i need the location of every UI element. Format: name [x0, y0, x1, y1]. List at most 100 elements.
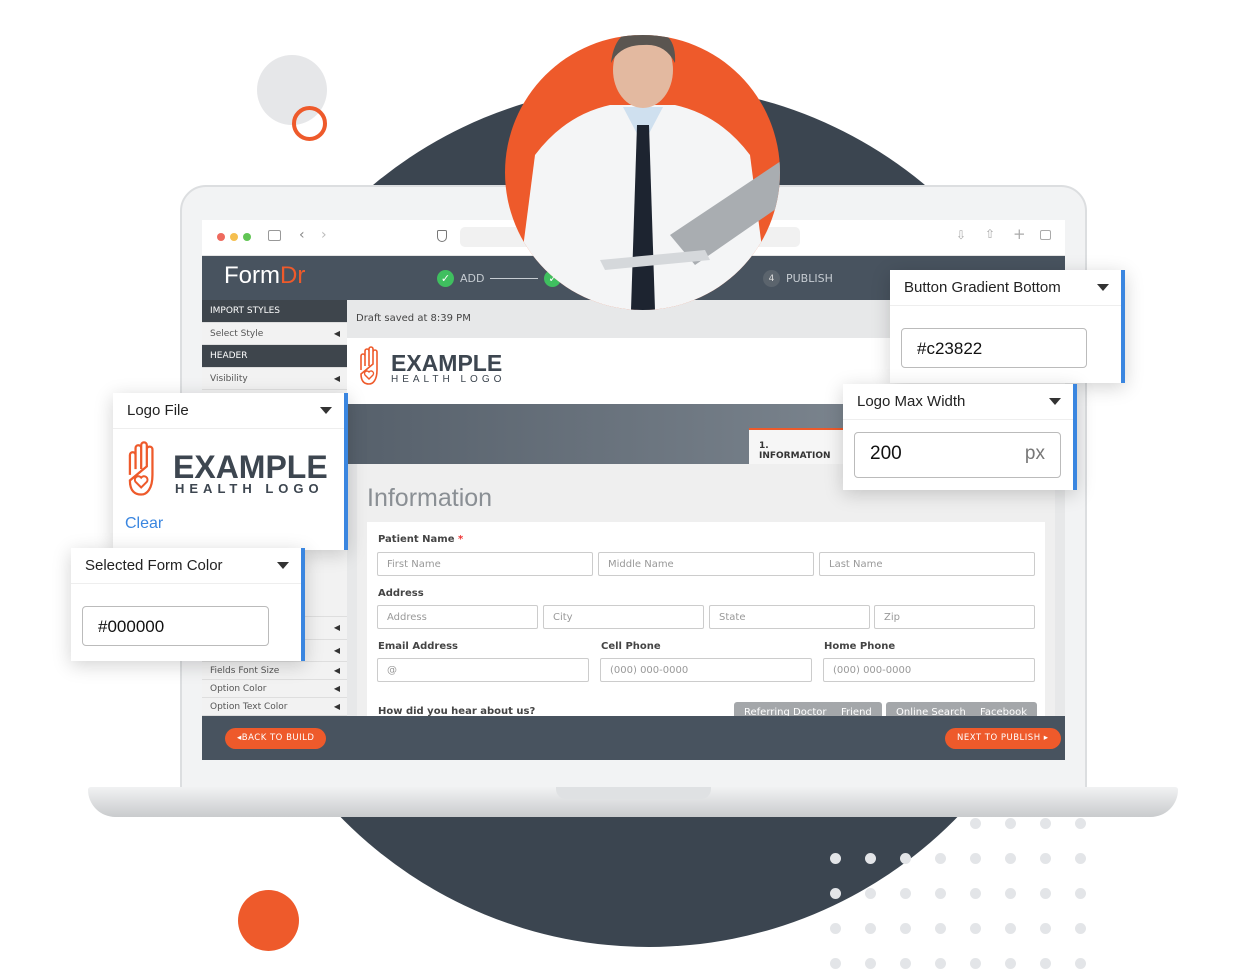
draft-status: Draft saved at 8:39 PM [356, 313, 471, 324]
caret-down-icon [1097, 284, 1109, 291]
home-phone-label: Home Phone [824, 641, 896, 652]
state-input[interactable]: State [709, 605, 870, 629]
decor-dot [935, 853, 946, 864]
decor-dot [970, 958, 981, 969]
decor-dot [900, 853, 911, 864]
sidebar-item-visibility[interactable]: Visibility ◀ [202, 368, 347, 390]
decor-dot [830, 853, 841, 864]
decor-dot [830, 923, 841, 934]
sidebar-section-header: HEADER [202, 345, 347, 368]
doctor-photo [515, 35, 780, 310]
decor-dot [970, 853, 981, 864]
decor-dot [1040, 923, 1051, 934]
decor-dot [1040, 818, 1051, 829]
logo-file-preview [124, 441, 164, 503]
close-window-button[interactable] [217, 233, 225, 241]
back-icon[interactable]: ‹ [299, 227, 305, 243]
zip-input[interactable]: Zip [874, 605, 1035, 629]
decor-dot [935, 923, 946, 934]
address-input[interactable]: Address [377, 605, 538, 629]
decor-dot [935, 888, 946, 899]
decor-dot [1075, 853, 1086, 864]
logo-max-width-popover: Logo Max Width 200 px [843, 384, 1077, 490]
decor-dot [1040, 958, 1051, 969]
caret-down-icon [320, 407, 332, 414]
tab-information[interactable]: 1. INFORMATION [749, 428, 845, 464]
next-to-publish-button[interactable]: NEXT TO PUBLISH ▸ [945, 728, 1061, 749]
step-add[interactable]: ✓ ADD ✓ [437, 270, 562, 287]
decor-dot [865, 853, 876, 864]
orange-ring-decor [292, 106, 327, 141]
last-name-input[interactable]: Last Name [819, 552, 1035, 576]
cell-phone-input[interactable]: (000) 000-0000 [600, 658, 812, 682]
back-to-build-button[interactable]: ◂BACK TO BUILD [225, 728, 327, 749]
email-label: Email Address [378, 641, 459, 652]
new-tab-icon[interactable]: + [1013, 225, 1026, 243]
tabs-overview-icon[interactable] [1040, 230, 1051, 240]
decor-dot [1005, 853, 1016, 864]
sidebar-section-import-styles: IMPORT STYLES [202, 300, 347, 323]
caret-left-icon: ◀ [333, 702, 340, 711]
hand-heart-icon [360, 346, 378, 385]
decor-dot [865, 958, 876, 969]
sidebar-item-option-color[interactable]: Option Color ◀ [202, 680, 347, 698]
city-input[interactable]: City [543, 605, 704, 629]
formdr-logo[interactable]: FormDr [224, 262, 305, 290]
caret-left-icon: ◀ [333, 684, 340, 693]
sidebar-item-fields-font-size[interactable]: Fields Font Size ◀ [202, 662, 347, 680]
decor-dot [900, 923, 911, 934]
selected-form-color-popover: Selected Form Color #000000 [71, 548, 305, 661]
decor-dot [900, 958, 911, 969]
caret-left-icon: ◀ [333, 373, 340, 383]
logo-max-width-header[interactable]: Logo Max Width [843, 384, 1073, 420]
decor-dot [1075, 923, 1086, 934]
decor-dot [970, 923, 981, 934]
selected-form-color-input[interactable]: #000000 [82, 606, 269, 646]
download-icon[interactable]: ⇩ [956, 228, 966, 242]
logo-max-width-input[interactable]: 200 px [854, 432, 1061, 478]
share-icon[interactable]: ⇧ [985, 227, 995, 241]
hand-heart-icon [128, 441, 154, 496]
button-gradient-bottom-input[interactable]: #c23822 [901, 328, 1087, 368]
caret-left-icon: ◀ [333, 645, 340, 655]
decor-dot [830, 888, 841, 899]
decor-dot [865, 888, 876, 899]
decor-dot [1005, 923, 1016, 934]
button-gradient-bottom-popover: Button Gradient Bottom #c23822 [890, 270, 1125, 383]
form-area: Information Patient Name * First Name Mi… [357, 464, 1055, 724]
information-form: Patient Name * First Name Middle Name La… [367, 522, 1045, 724]
decor-dot [1075, 818, 1086, 829]
sidebar-toggle-icon[interactable] [268, 230, 281, 241]
logo-text-line2: HEALTH LOGO [175, 481, 324, 496]
sidebar-item-select-style[interactable]: Select Style ◀ [202, 323, 347, 345]
check-icon: ✓ [437, 270, 454, 287]
sidebar-item-option-text-color[interactable]: Option Text Color ◀ [202, 698, 347, 716]
caret-down-icon [1049, 398, 1061, 405]
clear-logo-link[interactable]: Clear [125, 515, 163, 533]
button-gradient-bottom-header[interactable]: Button Gradient Bottom [890, 270, 1121, 306]
orange-photo-circle [505, 35, 780, 310]
caret-left-icon: ◀ [333, 623, 340, 632]
orange-decor-circle [238, 890, 299, 951]
logo-file-header[interactable]: Logo File [113, 393, 344, 429]
home-phone-input[interactable]: (000) 000-0000 [823, 658, 1035, 682]
decor-dot [1005, 818, 1016, 829]
decor-dot [970, 888, 981, 899]
shield-icon [437, 230, 447, 242]
example-health-logo: EXAMPLE HEALTH LOGO [357, 346, 505, 390]
decor-dot [1005, 958, 1016, 969]
step-publish[interactable]: 4 PUBLISH [763, 270, 833, 287]
laptop-notch [556, 787, 711, 799]
minimize-window-button[interactable] [230, 233, 238, 241]
maximize-window-button[interactable] [243, 233, 251, 241]
forward-icon[interactable]: › [321, 227, 327, 243]
first-name-input[interactable]: First Name [377, 552, 593, 576]
form-title: Information [367, 484, 493, 512]
decor-dot [1005, 888, 1016, 899]
decor-dot [900, 888, 911, 899]
decor-dot [865, 923, 876, 934]
email-input[interactable]: @ [377, 658, 589, 682]
caret-left-icon: ◀ [333, 328, 340, 338]
middle-name-input[interactable]: Middle Name [598, 552, 814, 576]
selected-form-color-header[interactable]: Selected Form Color [71, 548, 301, 584]
